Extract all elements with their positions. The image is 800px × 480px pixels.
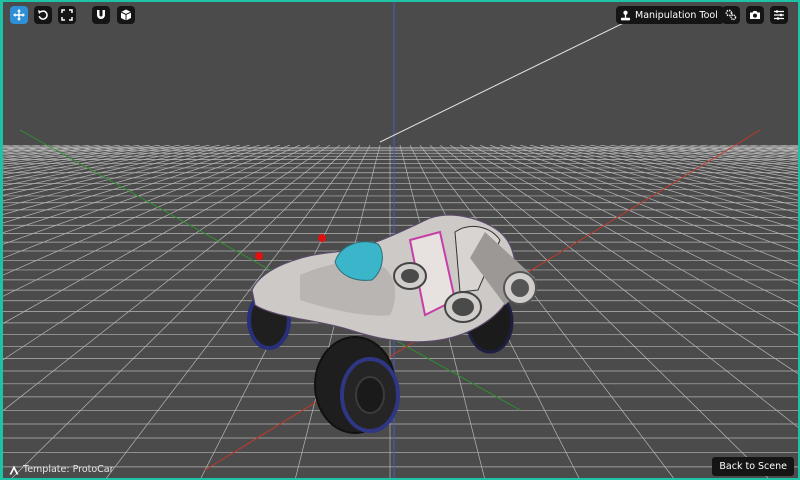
template-name: Template: ProtoCar [23, 464, 114, 475]
move-button[interactable] [10, 6, 28, 24]
camera-icon [750, 11, 760, 19]
3d-viewport[interactable] [0, 0, 800, 480]
viewport-frame-left [0, 0, 3, 480]
sliders-button[interactable] [770, 6, 788, 24]
viewport-frame-top [0, 0, 800, 2]
fullscreen-button[interactable] [58, 6, 76, 24]
manipulation-tool-selector[interactable]: Manipulation Tool [616, 6, 724, 24]
template-icon [9, 465, 19, 474]
template-label: Template: ProtoCar [9, 464, 114, 475]
tool-label: Manipulation Tool [635, 9, 718, 21]
cube-icon [120, 9, 132, 21]
undo-button[interactable] [34, 6, 52, 24]
magnet-button[interactable] [92, 6, 110, 24]
magnet-icon [97, 10, 105, 19]
settings-button[interactable] [722, 6, 740, 24]
camera-button[interactable] [746, 6, 764, 24]
fullscreen-icon [61, 9, 73, 21]
move-icon [13, 9, 25, 21]
undo-icon [38, 10, 48, 20]
cube-button[interactable] [117, 6, 135, 24]
settings-icon [725, 9, 737, 21]
joystick-icon [620, 10, 631, 20]
sliders-icon [774, 10, 784, 20]
back-to-scene-button[interactable]: Back to Scene [712, 457, 794, 476]
